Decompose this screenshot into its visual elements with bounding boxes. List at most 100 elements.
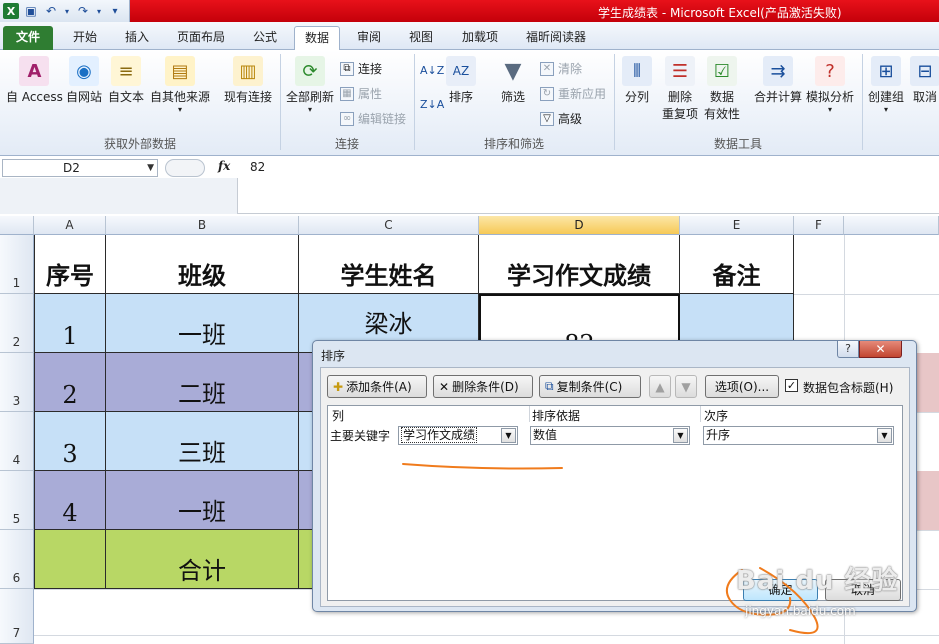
group-button[interactable]: ⊞ 创建组 ▾ [868,56,904,114]
tab-file[interactable]: 文件 [3,26,53,50]
move-up-button[interactable]: ▲ [649,375,671,398]
chevron-down-icon[interactable]: ▼ [501,428,516,443]
cell-c5[interactable] [299,471,312,530]
excel-logo-icon[interactable]: X [3,3,19,19]
insert-function-icon[interactable]: fx [218,159,230,173]
column-header-g[interactable] [844,216,939,235]
from-other-sources-button[interactable]: ▤ 自其他来源 ▾ [150,56,210,114]
from-access-button[interactable]: A 自 Access [6,56,63,105]
add-level-button[interactable]: ✚ 添加条件(A) [327,375,427,398]
copy-level-button[interactable]: ⧉ 复制条件(C) [539,375,641,398]
options-button[interactable]: 选项(O)... [705,375,779,398]
undo-dropdown-icon[interactable]: ▾ [63,3,71,19]
cell-a3[interactable]: 2 [34,353,106,412]
row-header-2[interactable]: 2 [0,294,34,353]
ribbon-tabs: 文件 开始 插入 页面布局 公式 数据 审阅 视图 加载项 福昕阅读器 [0,22,939,51]
cell-a6[interactable] [34,530,106,589]
cell-a2[interactable]: 1 [34,294,106,353]
row-header-7[interactable]: 7 [0,589,34,644]
tab-formulas[interactable]: 公式 [242,26,288,50]
tab-foxit-reader[interactable]: 福昕阅读器 [516,26,596,50]
cell-b3[interactable]: 二班 [106,353,299,412]
save-icon[interactable]: ▣ [23,3,39,19]
consolidate-button[interactable]: ⇉ 合并计算 [754,56,802,105]
row-header-3[interactable]: 3 [0,353,34,412]
from-web-button[interactable]: ◉ 自网站 [66,56,102,105]
redo-icon[interactable]: ↷ [75,3,91,19]
cell-b6-total[interactable]: 合计 [106,530,299,589]
column-header-a[interactable]: A [34,216,106,235]
remove-duplicates-button[interactable]: ☰ 删除 重复项 [662,56,698,122]
tab-review[interactable]: 审阅 [346,26,392,50]
header-cell-score[interactable]: 学习作文成绩 [479,235,680,294]
name-box[interactable]: D2 ▼ [2,159,158,177]
undo-icon[interactable]: ↶ [43,3,59,19]
reapply-button[interactable]: ↻ 重新应用 [540,85,606,102]
existing-connections-button[interactable]: ▥ 现有连接 [224,56,272,105]
column-header-c[interactable]: C [299,216,479,235]
cell-a5[interactable]: 4 [34,471,106,530]
select-all-corner[interactable] [0,216,34,235]
from-text-button[interactable]: ≡ 自文本 [108,56,144,105]
tab-addins[interactable]: 加载项 [452,26,508,50]
tab-data[interactable]: 数据 [294,26,340,51]
text-to-columns-button[interactable]: ⫴ 分列 [622,56,652,105]
cell-b2[interactable]: 一班 [106,294,299,353]
row-header-5[interactable]: 5 [0,471,34,530]
sort-on-select[interactable]: 数值 ▼ [530,426,690,445]
column-header-b[interactable]: B [106,216,299,235]
header-cell-remarks[interactable]: 备注 [680,235,794,294]
sort-column-select[interactable]: 学习作文成绩 ▼ [398,426,518,445]
properties-button[interactable]: ▦ 属性 [340,85,382,102]
row-header-1[interactable]: 1 [0,235,34,294]
baidu-watermark-url: jingyan.baidu.com [745,604,856,618]
cell-c4[interactable] [299,412,312,471]
header-cell-class[interactable]: 班级 [106,235,299,294]
row-header-4[interactable]: 4 [0,412,34,471]
sort-order-select[interactable]: 升序 ▼ [703,426,894,445]
cell-c6[interactable] [299,530,312,589]
access-icon: A [19,56,50,86]
tab-view[interactable]: 视图 [398,26,444,50]
cell-b5[interactable]: 一班 [106,471,299,530]
tab-insert[interactable]: 插入 [114,26,160,50]
customize-qat-icon[interactable]: ▾ [107,3,123,19]
sort-button[interactable]: AZ 排序 [446,56,476,105]
ungroup-button[interactable]: ⊟ 取消 [910,56,939,105]
delete-level-button[interactable]: ✕ 删除条件(D) [433,375,533,398]
formula-bar-expand-handle[interactable] [165,159,205,177]
header-cell-index[interactable]: 序号 [34,235,106,294]
refresh-all-button[interactable]: ⟳ 全部刷新 ▾ [286,56,334,114]
sort-za-button[interactable]: Z↓A [420,98,444,111]
has-headers-checkbox[interactable]: ✓ [785,379,798,392]
chevron-down-icon[interactable]: ▼ [147,160,154,176]
tab-page-layout[interactable]: 页面布局 [168,26,234,50]
group-label-data-tools: 数据工具 [713,137,762,151]
delete-level-label: 删除条件(D) [452,380,519,394]
connections-button[interactable]: ⧉ 连接 [340,60,382,77]
close-button[interactable]: ✕ [859,341,902,358]
column-header-f[interactable]: F [794,216,844,235]
help-button[interactable]: ? [837,341,859,358]
clear-button[interactable]: ✕ 清除 [540,60,582,77]
chevron-down-icon[interactable]: ▼ [877,428,892,443]
column-header-e[interactable]: E [680,216,794,235]
row-header-6[interactable]: 6 [0,530,34,589]
sort-az-button[interactable]: A↓Z [420,64,444,77]
move-down-button[interactable]: ▼ [675,375,697,398]
column-header-d[interactable]: D [479,216,680,235]
edit-links-button[interactable]: ∞ 编辑链接 [340,110,406,127]
header-cell-student-name[interactable]: 学生姓名 [299,235,479,294]
redo-dropdown-icon[interactable]: ▾ [95,3,103,19]
cell-a4[interactable]: 3 [34,412,106,471]
filter-button[interactable]: ▼ 筛选 [498,56,528,105]
data-validation-button[interactable]: ☑ 数据 有效性 [704,56,740,122]
advanced-button[interactable]: ▽ 高级 [540,110,582,127]
tab-home[interactable]: 开始 [62,26,108,50]
funnel-icon: ▼ [504,58,522,84]
formula-value[interactable]: 82 [250,160,265,174]
what-if-analysis-button[interactable]: ? 模拟分析 ▾ [806,56,854,114]
cell-c3[interactable] [299,353,312,412]
chevron-down-icon[interactable]: ▼ [673,428,688,443]
cell-b4[interactable]: 三班 [106,412,299,471]
